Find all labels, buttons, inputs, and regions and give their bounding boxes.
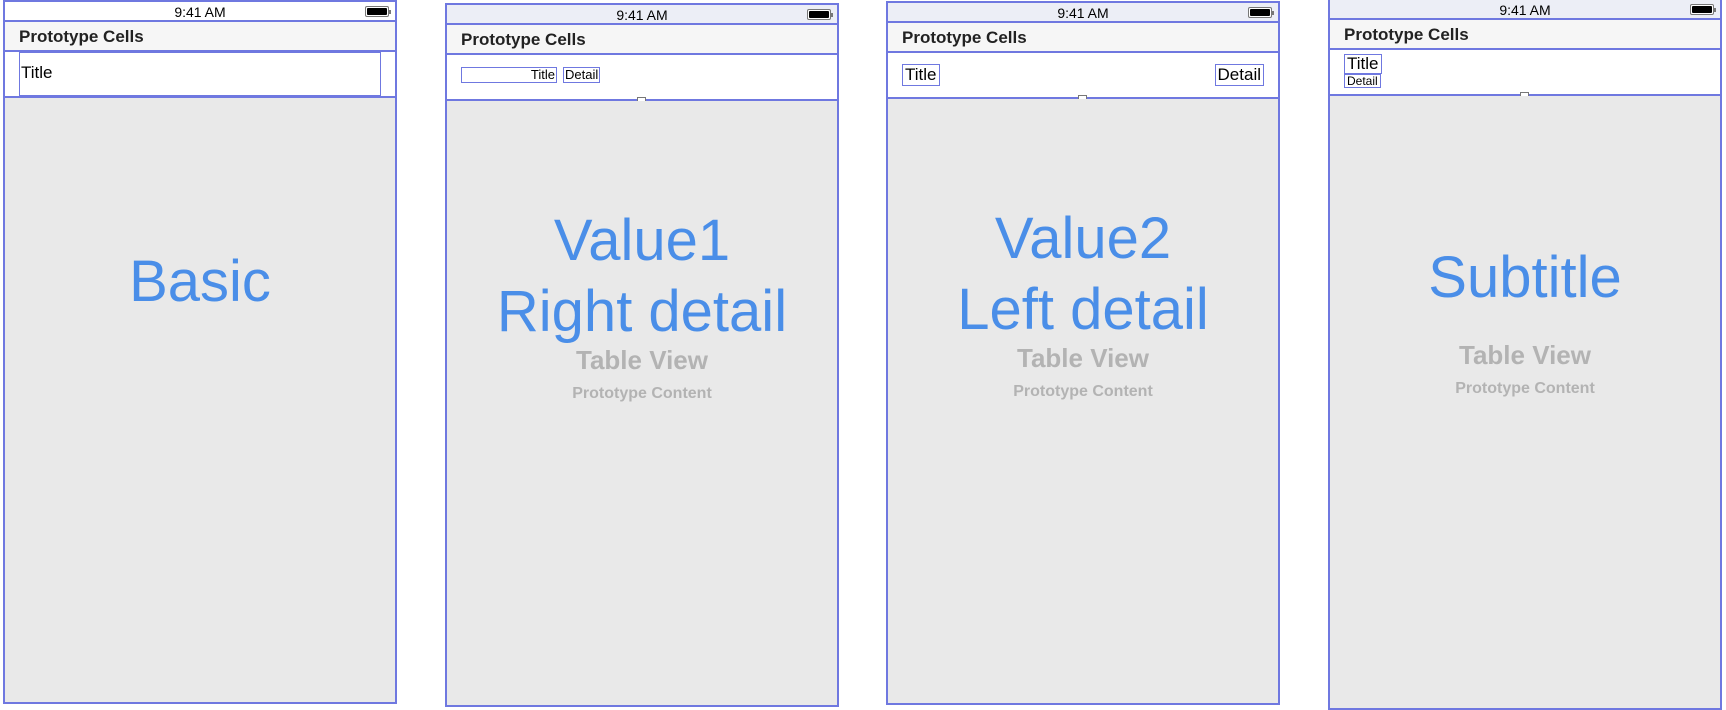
style-title-line1: Value2 xyxy=(994,206,1172,271)
section-title: Prototype Cells xyxy=(902,28,1027,47)
prototype-cell-value2[interactable]: Title Detail xyxy=(888,53,1278,99)
section-header: Prototype Cells xyxy=(888,23,1278,53)
status-time: 9:41 AM xyxy=(1499,2,1551,18)
battery-icon xyxy=(807,9,833,20)
table-view-subtitle: Prototype Content xyxy=(1013,383,1153,400)
status-bar: 9:41 AM xyxy=(1330,0,1720,20)
section-title: Prototype Cells xyxy=(461,30,586,49)
table-view-title: Table View xyxy=(1017,343,1149,373)
style-title-line2: Left detail xyxy=(957,277,1209,342)
phone-value2: 9:41 AM Prototype Cells Title Detail Val… xyxy=(886,1,1280,705)
status-bar: 9:41 AM xyxy=(447,5,837,25)
status-time: 9:41 AM xyxy=(616,7,668,23)
battery-icon xyxy=(1248,7,1274,18)
cell-title-label[interactable]: Title xyxy=(1344,54,1382,74)
phone-basic: 9:41 AM Prototype Cells Title Basic xyxy=(3,0,397,704)
style-title: Subtitle xyxy=(1428,245,1622,310)
status-bar: 9:41 AM xyxy=(888,3,1278,23)
cell-title-label[interactable]: Title xyxy=(461,67,557,83)
table-view-area: Basic xyxy=(5,98,395,702)
section-title: Prototype Cells xyxy=(1344,25,1469,44)
prototype-cell-subtitle[interactable]: Title Detail xyxy=(1330,50,1720,96)
cell-detail-label[interactable]: Detail xyxy=(1214,64,1264,86)
phone-value1: 9:41 AM Prototype Cells Title Detail Val… xyxy=(445,3,839,707)
style-title-line2: Right detail xyxy=(496,279,788,344)
content-view-outline xyxy=(19,52,381,96)
status-time: 9:41 AM xyxy=(1057,5,1109,21)
table-view-area: Value1 Right detail Table View Prototype… xyxy=(447,101,837,705)
section-title: Prototype Cells xyxy=(19,27,144,46)
status-time: 9:41 AM xyxy=(174,4,226,20)
battery-icon xyxy=(365,6,391,17)
table-view-subtitle: Prototype Content xyxy=(1455,380,1595,397)
phone-subtitle: 9:41 AM Prototype Cells Title Detail Sub… xyxy=(1328,0,1722,710)
prototype-cell-value1[interactable]: Title Detail xyxy=(447,55,837,101)
section-header: Prototype Cells xyxy=(447,25,837,55)
section-header: Prototype Cells xyxy=(1330,20,1720,50)
battery-icon xyxy=(1690,4,1716,15)
table-view-subtitle: Prototype Content xyxy=(572,385,712,402)
table-view-area: Subtitle Table View Prototype Content xyxy=(1330,96,1720,708)
status-bar: 9:41 AM xyxy=(5,2,395,22)
prototype-cell-basic[interactable]: Title xyxy=(5,52,395,98)
cell-detail-label[interactable]: Detail xyxy=(1344,74,1381,88)
table-view-title: Table View xyxy=(576,345,708,375)
table-view-area: Value2 Left detail Table View Prototype … xyxy=(888,99,1278,703)
style-title-line1: Value1 xyxy=(553,208,731,273)
cell-title-label[interactable]: Title xyxy=(21,63,53,83)
section-header: Prototype Cells xyxy=(5,22,395,52)
cell-detail-label[interactable]: Detail xyxy=(563,67,601,83)
cell-title-label[interactable]: Title xyxy=(902,64,940,86)
table-view-title: Table View xyxy=(1459,340,1591,370)
style-title: Basic xyxy=(129,249,271,314)
